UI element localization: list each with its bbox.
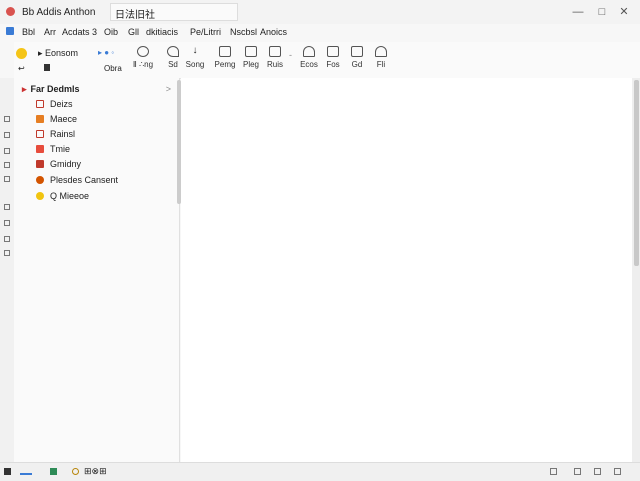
bookmark-icon	[36, 130, 44, 138]
download-button[interactable]: ↓ Song	[180, 45, 210, 70]
lock-icon	[36, 176, 44, 184]
title-field-text: 日法旧社	[115, 10, 155, 21]
search-label: Ⅱ ∴ng	[132, 60, 154, 69]
menu-item-7[interactable]: Pe/Litrri	[190, 27, 221, 37]
status-tray-icon-3[interactable]	[594, 468, 601, 475]
sidebar-item-3[interactable]: Tmie	[36, 144, 70, 158]
maximize-button[interactable]: □	[594, 4, 610, 20]
sun-icon[interactable]	[16, 48, 27, 59]
sidebar-item-6[interactable]: Q Mieeoe	[36, 191, 89, 205]
rail-icon-6[interactable]	[4, 204, 10, 210]
rotate-icon	[167, 46, 179, 57]
menu-item-1[interactable]: Arr	[44, 27, 56, 37]
menu-item-3[interactable]: 3	[92, 27, 97, 37]
menu-item-5[interactable]: Gll	[128, 27, 139, 37]
book-icon[interactable]	[50, 468, 57, 475]
flag-icon	[36, 145, 44, 153]
menu-item-8[interactable]: Nscbsl	[230, 27, 257, 37]
sidebar-header[interactable]: ▸ Far Dedmls	[22, 84, 80, 95]
sidebar-item-5[interactable]: Plesdes Cansent	[36, 175, 118, 189]
home-outline-icon	[375, 46, 387, 57]
share-icon	[327, 46, 339, 57]
download-icon: ↓	[192, 45, 198, 56]
sidebar-item-label: Plesdes Cansent	[50, 175, 119, 185]
rail-icon-2[interactable]	[4, 132, 10, 138]
ribbon-toolbar: ↩ ▸ Eonsom ▸ ● ◦ Obra Ⅱ ∴ng Sd ↓ Song Pe…	[14, 42, 640, 79]
sidebar-item-2[interactable]: Rainsl	[36, 129, 75, 143]
document-icon	[36, 100, 44, 108]
main-content-area[interactable]	[181, 78, 632, 462]
frame-label: Ruis	[266, 60, 283, 69]
home-outline-label: Fli	[376, 60, 386, 69]
chevron-right-icon[interactable]: >	[166, 84, 171, 94]
sidebar-item-label: Tmie	[50, 144, 70, 154]
image-icon	[245, 46, 257, 57]
rail-icon-7[interactable]	[4, 220, 10, 226]
close-button[interactable]: ✕	[616, 4, 632, 20]
save-icon[interactable]	[44, 64, 50, 71]
search-icon	[137, 46, 149, 57]
rail-icon-8[interactable]	[4, 236, 10, 242]
separator-dash: -	[289, 50, 292, 60]
rail-icon-9[interactable]	[4, 250, 10, 256]
menu-item-0[interactable]: Bbl	[22, 27, 35, 37]
sidebar-item-0[interactable]: Deizs	[36, 99, 73, 113]
wave-icon[interactable]	[20, 468, 32, 475]
app-menu-icon[interactable]	[6, 27, 14, 35]
status-tray-icon-2[interactable]	[574, 468, 581, 475]
sidebar-item-4[interactable]: Gmidny	[36, 159, 81, 173]
status-tray-icon-1[interactable]	[550, 468, 557, 475]
home-icon	[303, 46, 315, 57]
folder-icon	[36, 115, 44, 123]
status-tray-icon-4[interactable]	[614, 468, 621, 475]
menu-item-2[interactable]: Acdats	[62, 27, 90, 37]
obra-label[interactable]: Obra	[104, 64, 122, 73]
status-bar: ⊞⊗⊞	[0, 462, 640, 481]
menu-bar: Bbl Arr Acdats 3 Oib Gll dkitiacis Pe/Li…	[0, 24, 640, 42]
search-button[interactable]: Ⅱ ∴ng	[128, 46, 158, 69]
frame-icon	[269, 46, 281, 57]
rail-icon-4[interactable]	[4, 162, 10, 168]
home-outline-button[interactable]: Fli	[366, 46, 396, 69]
menu-item-9[interactable]: Anoics	[260, 27, 287, 37]
sidebar-item-label: Deizs	[50, 99, 73, 109]
rail-icon-3[interactable]	[4, 148, 10, 154]
rail-icon-1[interactable]	[4, 116, 10, 122]
sidebar-header-label: Far Dedmls	[30, 84, 80, 94]
clock-icon[interactable]	[72, 468, 79, 475]
download-label: Song	[185, 60, 205, 69]
frame-button[interactable]: Ruis	[260, 46, 290, 69]
main-scrollbar-thumb[interactable]	[634, 80, 639, 266]
status-square-icon[interactable]	[4, 468, 11, 475]
caret-right-icon: ▸	[22, 84, 27, 94]
menu-item-6[interactable]: dkitiacis	[146, 27, 178, 37]
toolbar-group-label: Eonsom	[45, 48, 79, 58]
app-logo-icon	[6, 7, 15, 16]
sidebar-item-label: Q Mieeoe	[50, 191, 90, 201]
box-icon	[36, 160, 44, 168]
title-search-field[interactable]: 日法旧社	[110, 3, 238, 21]
minimize-button[interactable]: —	[570, 4, 586, 20]
dropdown-icon[interactable]: ▸ ● ◦	[98, 48, 114, 57]
rail-icon-5[interactable]	[4, 176, 10, 182]
layout-icon	[351, 46, 363, 57]
toolbar-group-title[interactable]: ▸ Eonsom	[38, 48, 78, 59]
sidebar-item-label: Maece	[50, 114, 78, 124]
face-icon	[36, 192, 44, 200]
sidebar: ▸ Far Dedmls > Deizs Maece Rainsl Tmie Gm…	[14, 78, 180, 462]
arrow-left-icon[interactable]: ↩	[18, 64, 25, 73]
left-rail	[0, 78, 15, 462]
sidebar-item-label: Rainsl	[50, 129, 76, 139]
window-title: Bb Addis Anthon	[22, 7, 96, 18]
sidebar-item-1[interactable]: Maece	[36, 114, 77, 128]
sidebar-item-label: Gmidny	[50, 159, 82, 169]
title-bar: Bb Addis Anthon 日法旧社 — □ ✕	[0, 0, 640, 24]
menu-item-4[interactable]: Oib	[104, 27, 118, 37]
status-text: ⊞⊗⊞	[84, 466, 107, 476]
clipboard-icon	[219, 46, 231, 57]
